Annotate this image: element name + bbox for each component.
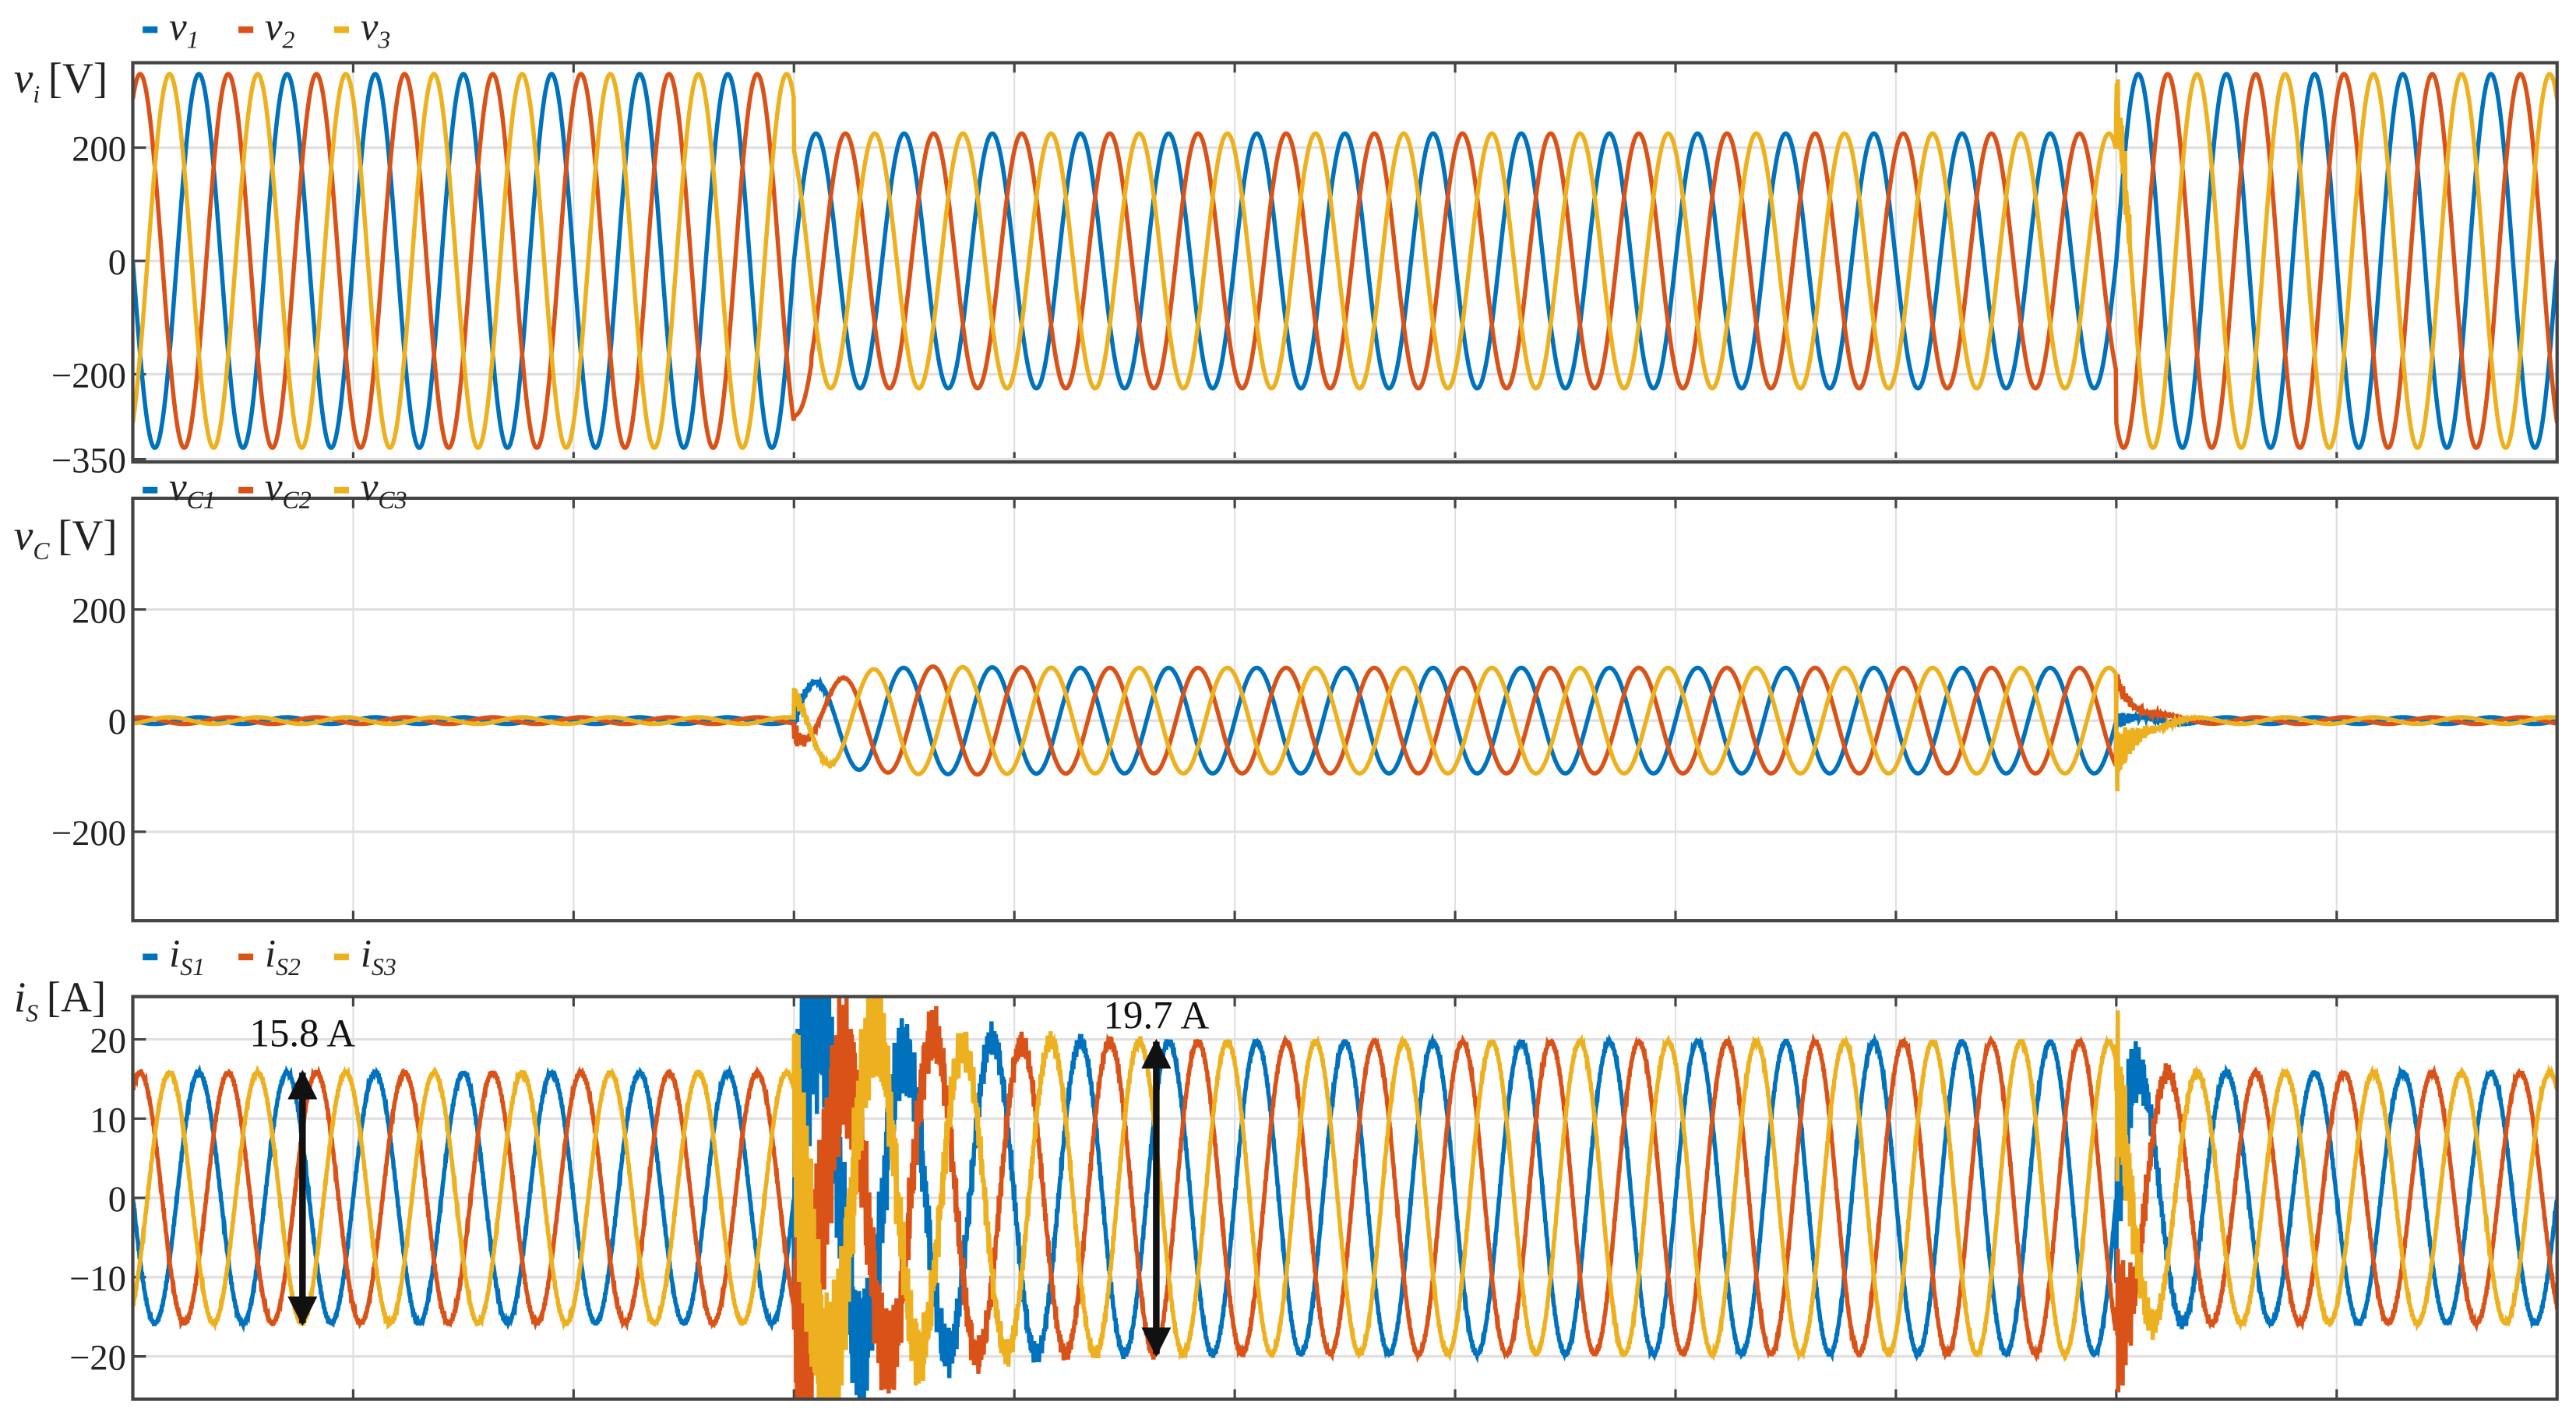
y-axis-label: iS [A]	[14, 974, 106, 1027]
y-label-unit: [V]	[58, 511, 117, 558]
legend-item: iS3	[333, 932, 396, 981]
panel-2: 2000−200vC [V]vC1 vC2 vC3	[14, 465, 2559, 923]
plot-area	[132, 664, 2557, 792]
legend-item: iS1	[143, 932, 205, 981]
legend-symbol: v	[265, 465, 283, 509]
legend-label: vC1	[169, 465, 216, 514]
y-tick-label: 0	[108, 702, 126, 742]
y-label-symbol: v	[14, 511, 33, 558]
annotation-label: 15.8 A	[250, 1011, 356, 1055]
y-label-symbol: v	[14, 55, 33, 102]
y-tick-label: 200	[72, 590, 126, 631]
y-label-subscript: S	[26, 999, 38, 1026]
y-label-subscript: i	[33, 80, 40, 107]
annotation-label: 19.7 A	[1104, 994, 1210, 1037]
legend-subscript: 2	[283, 26, 295, 53]
legend-symbol: v	[169, 465, 187, 509]
y-tick-label: −10	[69, 1259, 126, 1299]
legend-item: iS2	[238, 932, 301, 981]
legend-subscript: C1	[187, 487, 216, 514]
legend-label: iS3	[361, 932, 396, 981]
legend-label: v3	[361, 5, 390, 54]
legend-subscript: 3	[377, 26, 390, 53]
legend-symbol: v	[169, 5, 187, 48]
y-label-subscript: C	[33, 537, 50, 565]
y-tick-label: −200	[51, 813, 126, 854]
legend-label: vC3	[361, 465, 407, 514]
legend-subscript: S2	[276, 953, 301, 981]
y-tick-label: 200	[72, 129, 126, 170]
y-tick-label: 0	[108, 242, 126, 283]
series-line-iS1	[132, 996, 2557, 1400]
y-tick-label: −350	[51, 441, 126, 481]
legend-symbol: v	[361, 465, 379, 509]
plot-area	[132, 996, 2557, 1400]
y-tick-label: 10	[90, 1100, 126, 1140]
legend-label: vC2	[265, 465, 312, 514]
legend-subscript: C2	[283, 487, 312, 514]
y-label-unit: [A]	[47, 974, 106, 1021]
legend-item: v1	[143, 5, 199, 54]
y-tick-label: −200	[51, 355, 126, 396]
legend-symbol: v	[265, 5, 283, 48]
legend-subscript: S3	[372, 953, 396, 981]
legend-symbol: v	[361, 5, 379, 48]
axes-frame	[131, 496, 2559, 923]
y-label-symbol: i	[14, 974, 26, 1021]
y-tick-label: 20	[90, 1021, 126, 1062]
legend-subscript: S1	[180, 953, 205, 981]
y-axis-label: vi [V]	[14, 55, 107, 108]
y-axis-label: vC [V]	[14, 511, 118, 565]
legend-label: iS2	[265, 932, 301, 981]
legend-item: vC3	[333, 465, 407, 514]
legend-label: iS1	[169, 932, 205, 981]
legend-subscript: 1	[187, 26, 199, 53]
legend-item: vC2	[238, 465, 312, 514]
series-line-iS2	[132, 996, 2557, 1400]
y-label-unit: [V]	[48, 55, 107, 102]
panel-1: 2000−200−350vi [V]v1 v2 v3	[14, 5, 2559, 481]
panel-3: 20100−10−20iS [A]iS1 iS2 iS315.8 A 19.7 A	[14, 932, 2559, 1401]
series-line-vC3	[132, 664, 2557, 792]
legend-item: v2	[238, 5, 295, 54]
y-tick-label: −20	[69, 1338, 126, 1379]
legend-item: vC1	[143, 465, 216, 514]
figure: 2000−200−350vi [V]v1 v2 v32000−200vC [V]vC1 v…	[14, 5, 2559, 1401]
legend-symbol: i	[169, 932, 180, 976]
legend-symbol: i	[265, 932, 276, 976]
legend-item: v3	[333, 5, 390, 54]
legend-label: v1	[169, 5, 199, 54]
y-tick-label: 0	[108, 1179, 126, 1220]
legend-label: v2	[265, 5, 295, 54]
legend-subscript: C3	[378, 487, 407, 514]
legend-symbol: i	[361, 932, 372, 976]
